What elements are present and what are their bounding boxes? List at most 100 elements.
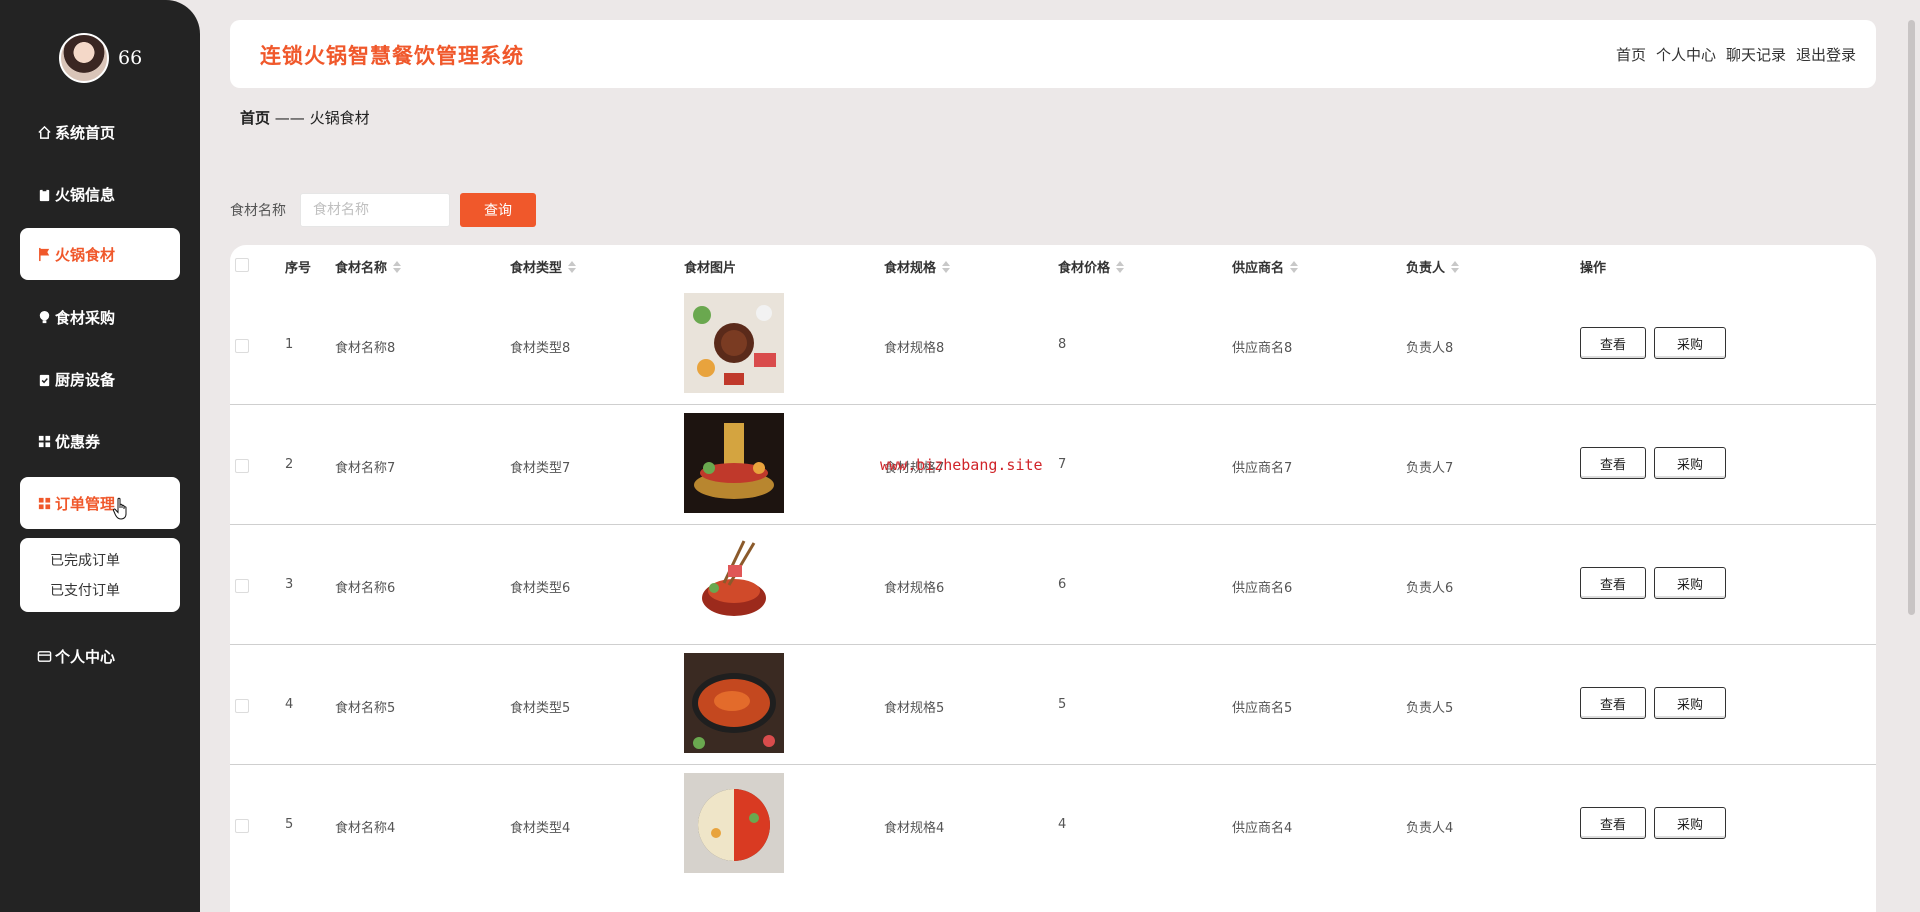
home-icon	[38, 125, 51, 139]
cell-owner: 负责人8	[1406, 341, 1454, 356]
cell-price: 8	[1058, 337, 1067, 352]
ingredient-image[interactable]	[684, 293, 784, 393]
row-checkbox[interactable]	[235, 459, 249, 473]
top-nav: 首页 个人中心 聊天记录 退出登录	[1606, 44, 1856, 65]
sidebar-item-kitchen-equipment[interactable]: 厨房设备	[20, 353, 180, 405]
header-spec[interactable]: 食材规格	[884, 257, 951, 276]
cell-price: 6	[1058, 577, 1067, 592]
row-checkbox[interactable]	[235, 339, 249, 353]
sort-icon[interactable]	[1451, 260, 1460, 273]
cell-owner: 负责人7	[1406, 461, 1454, 476]
header-owner[interactable]: 负责人	[1406, 257, 1460, 276]
cell-index: 5	[285, 817, 294, 832]
table-row: 1 食材名称8 食材类型8 食材规格8 8 供应商名8 负责人8 查看 采购	[230, 285, 1876, 405]
sidebar-item-label: 火锅信息	[55, 185, 116, 204]
purchase-button[interactable]: 采购	[1654, 807, 1726, 839]
purchase-button[interactable]: 采购	[1654, 567, 1726, 599]
sort-icon[interactable]	[568, 260, 577, 273]
card-icon	[37, 650, 52, 662]
cell-name: 食材名称5	[335, 701, 396, 716]
cell-supplier: 供应商名8	[1232, 341, 1293, 356]
sidebar: 66 系统首页 火锅信息 火锅食材 食材采购 厨房设备 优惠券 订单管理 已完成…	[0, 0, 200, 912]
search-input[interactable]	[300, 193, 450, 227]
row-checkbox[interactable]	[235, 699, 249, 713]
cell-type: 食材类型5	[510, 701, 571, 716]
view-button[interactable]: 查看	[1580, 567, 1646, 599]
sort-icon[interactable]	[942, 260, 951, 273]
username: 66	[118, 47, 143, 69]
header-price[interactable]: 食材价格	[1058, 257, 1125, 276]
top-nav-home[interactable]: 首页	[1616, 44, 1646, 65]
page-scrollbar[interactable]	[1908, 20, 1915, 615]
table-row: 3 食材名称6 食材类型6 食材规格6 6 供应商名6 负责人6 查看 采购	[230, 525, 1876, 645]
ingredient-image[interactable]	[684, 773, 784, 873]
sidebar-item-label: 系统首页	[55, 123, 116, 142]
breadcrumb-home[interactable]: 首页	[240, 109, 270, 127]
cell-price: 4	[1058, 817, 1067, 832]
clipboard-icon	[39, 187, 50, 201]
sidebar-item-orders[interactable]: 订单管理	[20, 477, 180, 529]
submenu-item-completed-orders[interactable]: 已完成订单	[20, 546, 180, 576]
sort-icon[interactable]	[393, 260, 402, 273]
header-name[interactable]: 食材名称	[335, 257, 402, 276]
search-button[interactable]: 查询	[460, 193, 536, 227]
ingredient-image[interactable]	[684, 653, 784, 753]
cell-owner: 负责人4	[1406, 821, 1454, 836]
sidebar-item-profile[interactable]: 个人中心	[20, 630, 180, 682]
cell-name: 食材名称6	[335, 581, 396, 596]
cell-spec: 食材规格5	[884, 701, 945, 716]
top-nav-chat-history[interactable]: 聊天记录	[1726, 44, 1786, 65]
header-image: 食材图片	[684, 261, 737, 276]
view-button[interactable]: 查看	[1580, 807, 1646, 839]
row-checkbox[interactable]	[235, 819, 249, 833]
cell-type: 食材类型4	[510, 821, 571, 836]
header-supplier[interactable]: 供应商名	[1232, 257, 1299, 276]
table-row: 2 食材名称7 食材类型7 食材规格7 7 供应商名7 负责人7 查看 采购	[230, 405, 1876, 525]
view-button[interactable]: 查看	[1580, 327, 1646, 359]
cell-supplier: 供应商名4	[1232, 821, 1293, 836]
sidebar-item-label: 厨房设备	[55, 370, 116, 389]
clipboard-check-icon	[39, 374, 50, 386]
sidebar-item-label: 火锅食材	[55, 245, 116, 264]
cell-spec: 食材规格8	[884, 341, 945, 356]
ingredient-table: 序号 食材名称 食材类型 食材图片 食材规格 食材价格 供应商名 负责人 操作 …	[230, 245, 1876, 912]
top-nav-profile[interactable]: 个人中心	[1656, 44, 1716, 65]
purchase-button[interactable]: 采购	[1654, 687, 1726, 719]
submenu-item-paid-orders[interactable]: 已支付订单	[20, 576, 180, 606]
select-all-checkbox[interactable]	[235, 258, 249, 272]
top-nav-logout[interactable]: 退出登录	[1796, 44, 1856, 65]
cell-type: 食材类型8	[510, 341, 571, 356]
ingredient-image[interactable]	[684, 533, 784, 633]
sidebar-item-ingredients[interactable]: 火锅食材	[20, 228, 180, 280]
bulb-icon	[39, 310, 50, 323]
table-row: 4 食材名称5 食材类型5 食材规格5 5 供应商名5 负责人5 查看 采购	[230, 645, 1876, 765]
avatar[interactable]	[59, 33, 109, 83]
app-title: 连锁火锅智慧餐饮管理系统	[260, 44, 524, 68]
row-checkbox[interactable]	[235, 579, 249, 593]
table-row: 5 食材名称4 食材类型4 食材规格4 4 供应商名4 负责人4 查看 采购	[230, 765, 1876, 885]
cell-spec: 食材规格6	[884, 581, 945, 596]
grid-icon	[38, 497, 51, 509]
grid-icon	[38, 435, 51, 447]
orders-submenu: 已完成订单 已支付订单	[20, 538, 180, 612]
sort-icon[interactable]	[1290, 260, 1299, 273]
cell-name: 食材名称8	[335, 341, 396, 356]
cell-name: 食材名称7	[335, 461, 396, 476]
header-type[interactable]: 食材类型	[510, 257, 577, 276]
view-button[interactable]: 查看	[1580, 687, 1646, 719]
purchase-button[interactable]: 采购	[1654, 447, 1726, 479]
cell-spec: 食材规格7	[884, 461, 945, 476]
sidebar-item-hotpot-info[interactable]: 火锅信息	[20, 168, 180, 220]
cell-spec: 食材规格4	[884, 821, 945, 836]
sidebar-item-home[interactable]: 系统首页	[20, 106, 180, 158]
sort-icon[interactable]	[1116, 260, 1125, 273]
purchase-button[interactable]: 采购	[1654, 327, 1726, 359]
sidebar-item-label: 食材采购	[55, 308, 116, 327]
breadcrumb-current: 火锅食材	[309, 109, 370, 127]
view-button[interactable]: 查看	[1580, 447, 1646, 479]
sidebar-item-coupons[interactable]: 优惠券	[20, 415, 180, 467]
cell-index: 3	[285, 577, 294, 592]
sidebar-item-purchase[interactable]: 食材采购	[20, 291, 180, 343]
ingredient-image[interactable]	[684, 413, 784, 513]
user-info[interactable]: 66	[59, 33, 142, 83]
